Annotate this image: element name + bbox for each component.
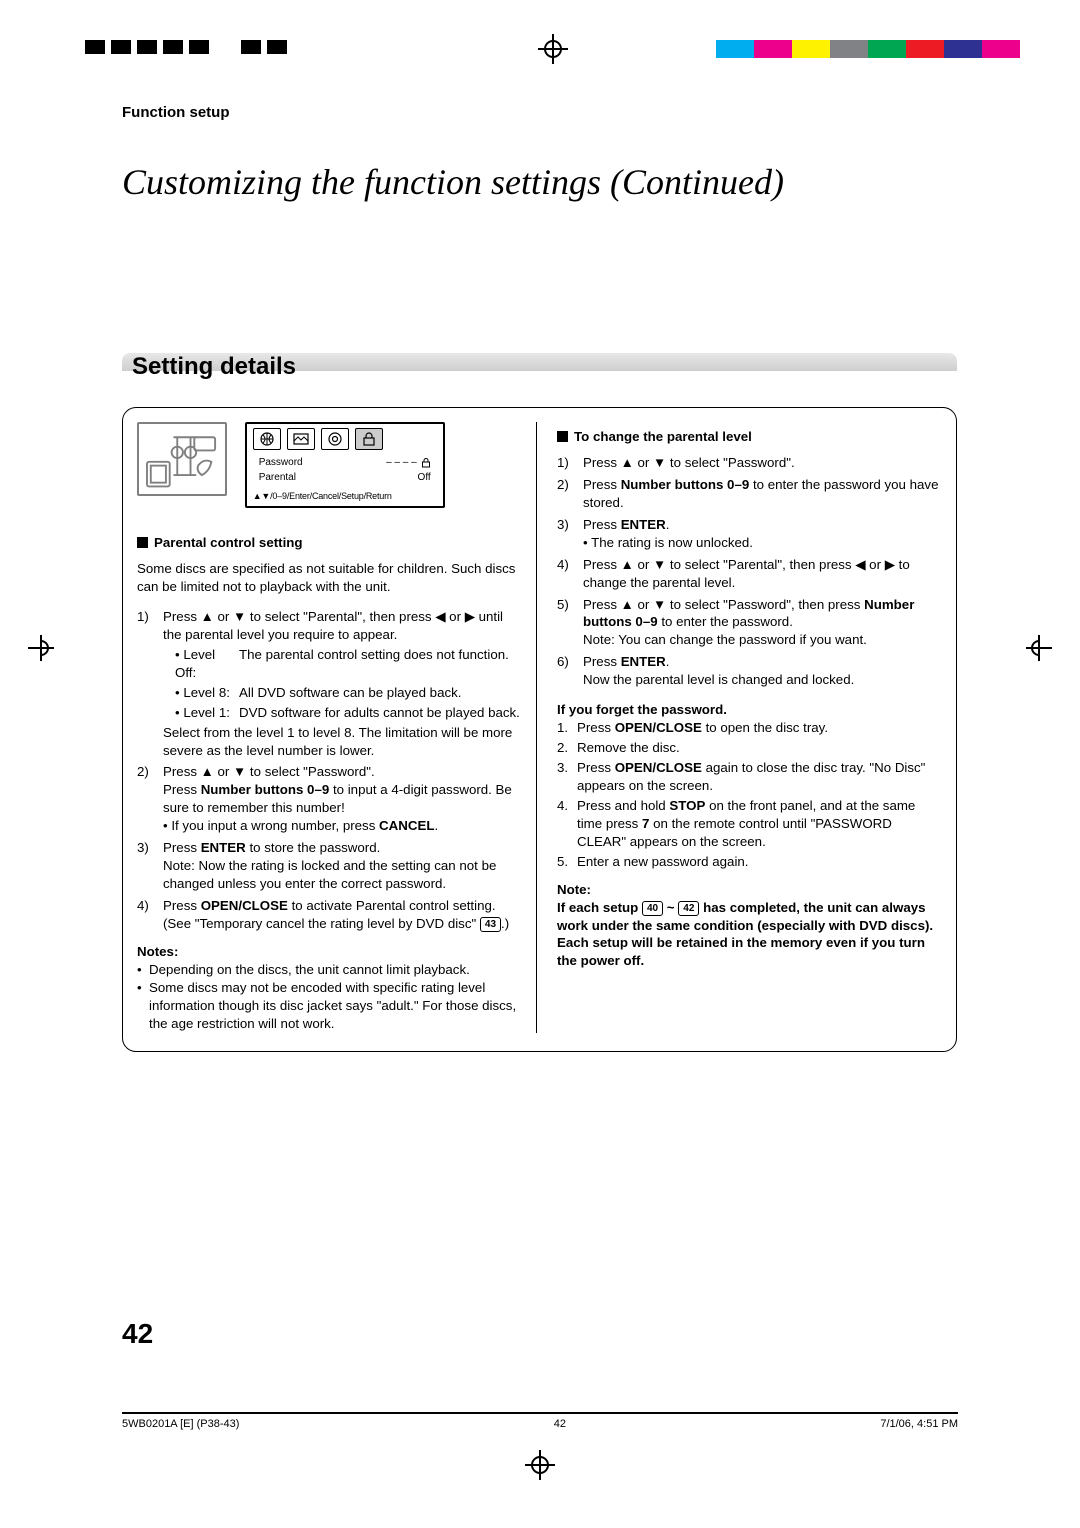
page-ref-43: 43 bbox=[480, 917, 501, 933]
left-heading: Parental control setting bbox=[137, 534, 522, 552]
osd-row-parental: Parental Off bbox=[259, 471, 431, 485]
osd-row-password: Password – – – – bbox=[259, 456, 431, 470]
left-steps: 1) Press ▲ or ▼ to select "Parental", th… bbox=[137, 608, 522, 933]
footer-page: 42 bbox=[239, 1418, 880, 1430]
registration-mark-right-icon bbox=[1026, 635, 1052, 661]
notes-list: Depending on the discs, the unit cannot … bbox=[137, 961, 522, 1033]
page-number: 42 bbox=[122, 1318, 153, 1350]
page-content: Function setup Customizing the function … bbox=[122, 104, 957, 1052]
step-3: 3) Press ENTER to store the password. No… bbox=[137, 839, 522, 893]
osd-tabs bbox=[253, 428, 437, 450]
registration-top bbox=[85, 40, 1020, 66]
subheading-bar: Setting details bbox=[122, 353, 957, 385]
registration-mark-bottom-icon bbox=[525, 1450, 555, 1480]
osd-label: Password bbox=[259, 456, 303, 470]
manual-page: Function setup Customizing the function … bbox=[0, 0, 1080, 1528]
osd-label: Parental bbox=[259, 471, 296, 485]
page-ref-40: 40 bbox=[642, 901, 663, 917]
osd-value: Off bbox=[418, 471, 431, 485]
registration-mark-left-icon bbox=[28, 635, 54, 661]
footer-timestamp: 7/1/06, 4:51 PM bbox=[880, 1418, 958, 1430]
osd-tab-audio-icon bbox=[321, 428, 349, 450]
osd-tab-language-icon bbox=[253, 428, 281, 450]
step-1: 1) Press ▲ or ▼ to select "Parental", th… bbox=[137, 608, 522, 760]
color-bars bbox=[716, 40, 1020, 58]
osd-menu: Password – – – – Parental Off ▲▼/0–9/Ent… bbox=[245, 422, 445, 508]
left-column: Password – – – – Parental Off ▲▼/0–9/Ent… bbox=[137, 422, 537, 1033]
page-ref-42: 42 bbox=[678, 901, 699, 917]
osd-value: – – – – bbox=[386, 456, 417, 470]
subheading: Setting details bbox=[132, 353, 296, 381]
content-frame: Password – – – – Parental Off ▲▼/0–9/Ent… bbox=[122, 407, 957, 1052]
page-title: Customizing the function settings (Conti… bbox=[122, 161, 957, 203]
print-footer: 5WB0201A [E] (P38-43) 42 7/1/06, 4:51 PM bbox=[122, 1412, 958, 1430]
registration-mark-icon bbox=[538, 34, 568, 64]
parental-icon bbox=[137, 422, 227, 496]
note-block: Note: If each setup 40 ~ 42 has complete… bbox=[557, 881, 942, 971]
osd-footer: ▲▼/0–9/Enter/Cancel/Setup/Return bbox=[253, 490, 437, 502]
osd-tab-picture-icon bbox=[287, 428, 315, 450]
step-2: 2) Press ▲ or ▼ to select "Password". Pr… bbox=[137, 763, 522, 835]
forget-heading: If you forget the password. bbox=[557, 701, 942, 719]
lock-icon bbox=[421, 458, 431, 468]
step-4: 4) Press OPEN/CLOSE to activate Parental… bbox=[137, 897, 522, 933]
right-heading: To change the parental level bbox=[557, 428, 942, 446]
right-column: To change the parental level 1)Press ▲ o… bbox=[557, 422, 942, 1033]
forget-steps: 1.Press OPEN/CLOSE to open the disc tray… bbox=[557, 719, 942, 871]
osd-illustration: Password – – – – Parental Off ▲▼/0–9/Ent… bbox=[137, 422, 522, 508]
right-steps: 1)Press ▲ or ▼ to select "Password". 2)P… bbox=[557, 454, 942, 689]
footer-filename: 5WB0201A [E] (P38-43) bbox=[122, 1418, 239, 1430]
osd-tab-parental-icon bbox=[355, 428, 383, 450]
section-label: Function setup bbox=[122, 104, 957, 121]
intro-text: Some discs are specified as not suitable… bbox=[137, 560, 522, 596]
density-bars bbox=[85, 40, 315, 54]
notes-heading: Notes: bbox=[137, 943, 522, 961]
